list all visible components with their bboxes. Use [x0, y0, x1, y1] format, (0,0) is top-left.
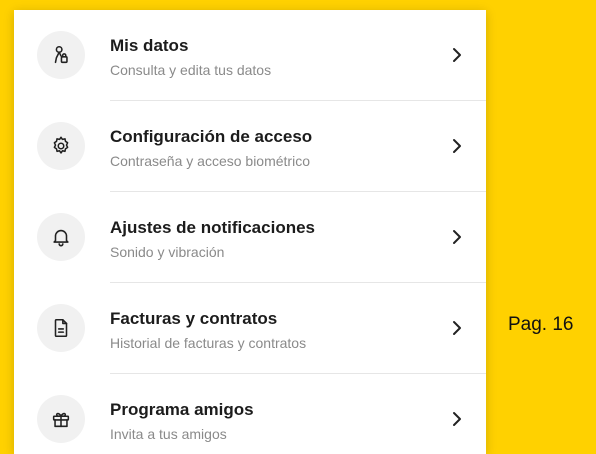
icon-container — [37, 31, 85, 79]
icon-container — [37, 122, 85, 170]
document-icon — [54, 318, 68, 338]
menu-item-subtitle: Sonido y vibración — [110, 244, 225, 260]
menu-item-title: Mis datos — [110, 36, 189, 55]
chevron-right-icon — [448, 137, 466, 155]
menu-item-programa-amigos[interactable]: Programa amigos Invita a tus amigos — [14, 374, 486, 454]
menu-item-title: Ajustes de notificaciones — [110, 218, 315, 237]
menu-item-subtitle: Historial de facturas y contratos — [110, 335, 307, 351]
user-lock-icon — [54, 45, 68, 64]
icon-container — [37, 213, 85, 261]
menu-item-ajustes-notificaciones[interactable]: Ajustes de notificaciones Sonido y vibra… — [14, 192, 486, 282]
menu-item-title: Configuración de acceso — [110, 127, 313, 146]
menu-item-subtitle: Invita a tus amigos — [110, 426, 227, 442]
chevron-right-icon — [448, 410, 466, 428]
menu-item-subtitle: Consulta y edita tus datos — [110, 62, 272, 78]
menu-item-facturas-contratos[interactable]: Facturas y contratos Historial de factur… — [14, 283, 486, 373]
settings-menu-panel: Mis datos Consulta y edita tus datos Con… — [14, 10, 486, 454]
icon-container — [37, 304, 85, 352]
menu-item-title: Programa amigos — [110, 400, 254, 419]
gift-icon — [52, 412, 70, 428]
chevron-right-icon — [448, 46, 466, 64]
bell-icon — [53, 229, 69, 247]
chevron-right-icon — [448, 319, 466, 337]
chevron-right-icon — [448, 228, 466, 246]
menu-item-mis-datos[interactable]: Mis datos Consulta y edita tus datos — [14, 10, 486, 100]
menu-item-subtitle: Contraseña y acceso biométrico — [110, 153, 310, 169]
menu-item-configuracion-acceso[interactable]: Configuración de acceso Contraseña y acc… — [14, 101, 486, 191]
menu-item-title: Facturas y contratos — [110, 309, 278, 328]
icon-container — [37, 395, 85, 443]
gear-icon — [53, 136, 69, 154]
page-number: Pag. 16 — [508, 314, 574, 335]
